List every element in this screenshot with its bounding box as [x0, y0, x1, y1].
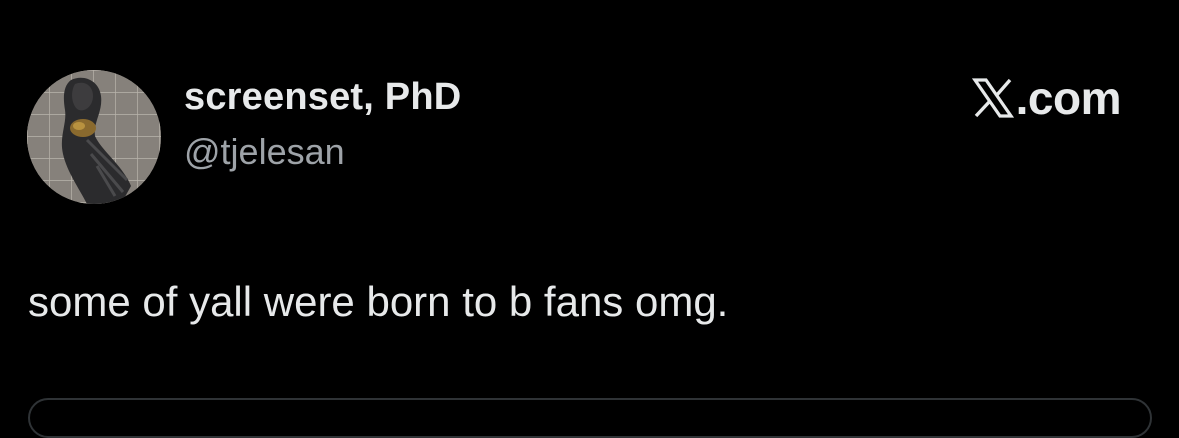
avatar-photo: [27, 70, 161, 204]
avatar[interactable]: [27, 70, 161, 204]
author-display-name[interactable]: screenset, PhD: [184, 76, 461, 119]
tweet-card: screenset, PhD @tjelesan .com some of ya…: [0, 0, 1179, 438]
tweet-text: some of yall were born to b fans omg.: [28, 278, 729, 325]
x-logo-icon: [971, 78, 1014, 118]
media-card-border[interactable]: [28, 398, 1152, 438]
site-label: .com: [1015, 72, 1122, 124]
site-brand: .com: [971, 72, 1122, 124]
author-handle[interactable]: @tjelesan: [184, 131, 345, 173]
